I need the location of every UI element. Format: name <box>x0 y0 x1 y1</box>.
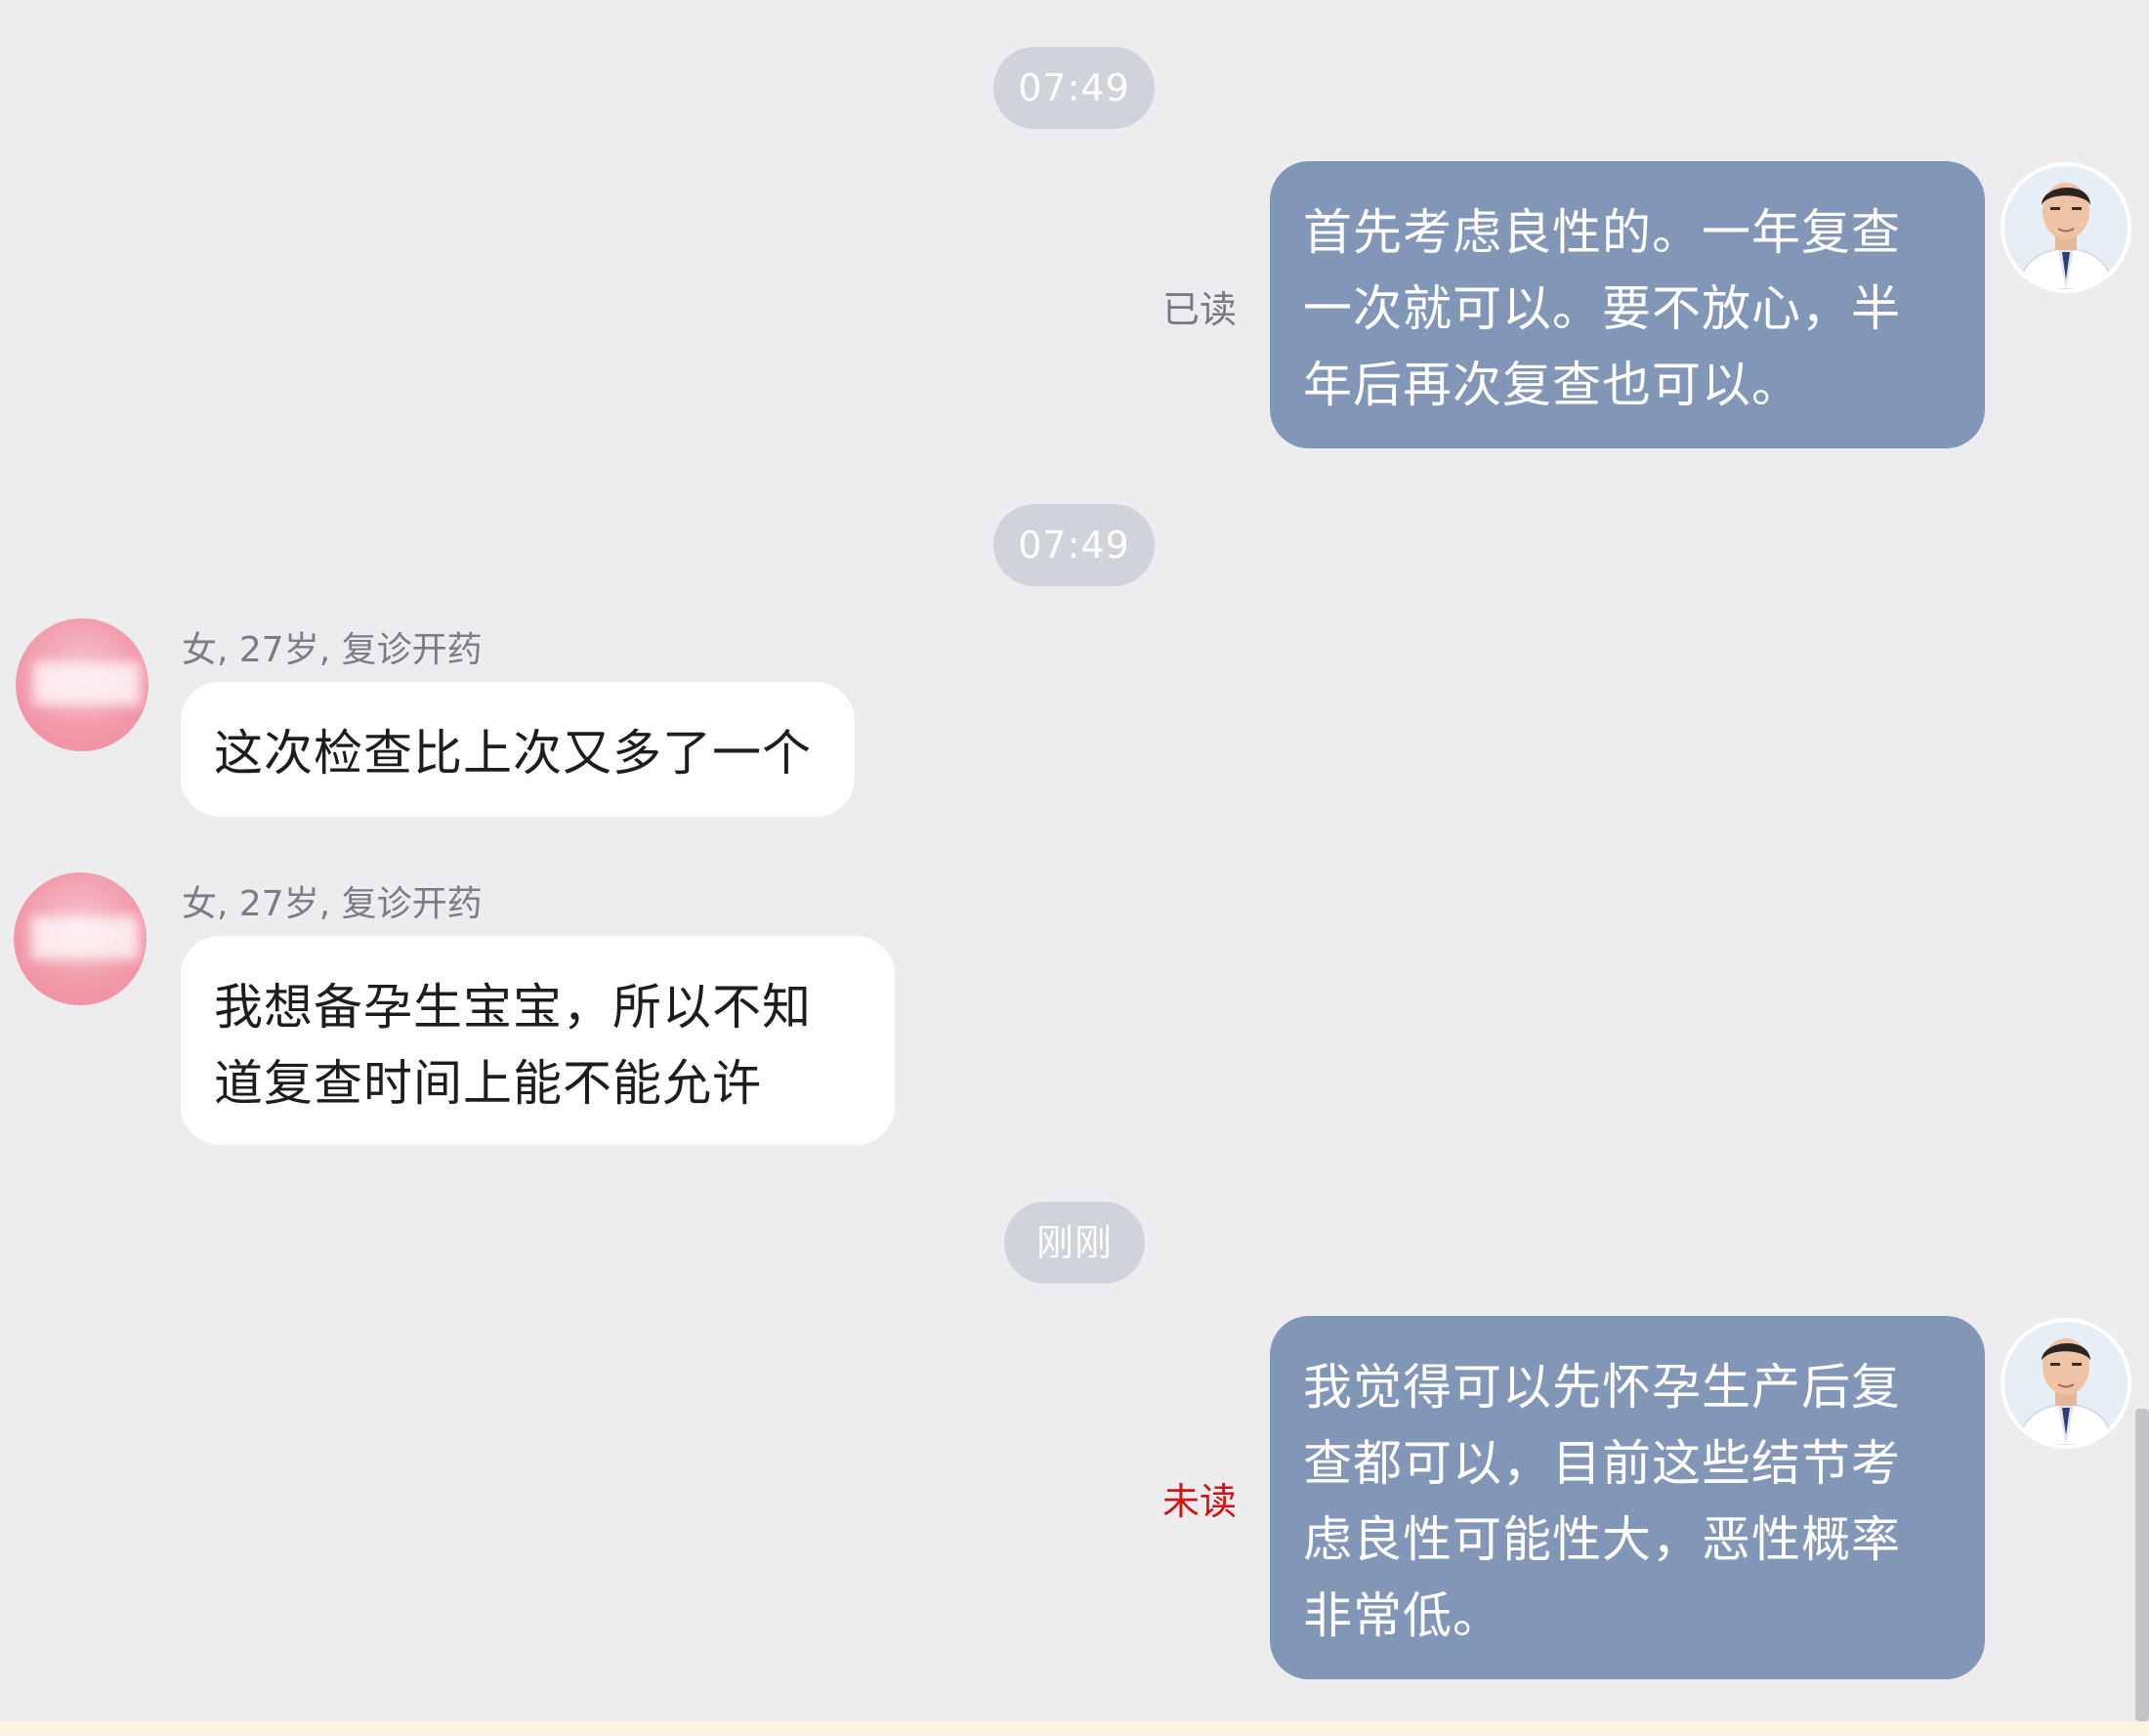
message-line: 一次就可以。要不放心，半 <box>1303 280 1901 337</box>
timestamp-text: 07:49 <box>1018 524 1130 567</box>
message-line: 道复查时间上能不能允许 <box>214 1055 762 1112</box>
unread-status-label: 未读 <box>1162 1480 1238 1523</box>
message-line: 年后再次复查也可以。 <box>1303 357 1801 413</box>
message-line: 我想备孕生宝宝，所以不知 <box>214 979 812 1036</box>
sender-meta-label: 女, 27岁, 复诊开药 <box>182 630 483 670</box>
incoming-message-bubble[interactable]: 这次检查比上次又多了一个 <box>181 682 855 817</box>
timestamp-pill: 07:49 <box>993 47 1155 129</box>
read-status-label: 已读 <box>1162 288 1238 331</box>
bottom-input-bar-edge <box>0 1721 2149 1736</box>
timestamp-pill: 刚刚 <box>1004 1202 1145 1284</box>
message-line: 这次检查比上次又多了一个 <box>214 725 812 782</box>
message-line: 我觉得可以先怀孕生产后复 <box>1303 1359 1901 1416</box>
timestamp-text: 07:49 <box>1018 66 1130 109</box>
message-line: 首先考虑良性的。一年复查 <box>1303 204 1901 261</box>
patient-avatar[interactable] <box>14 872 147 1005</box>
message-line: 查都可以，目前这些结节考 <box>1303 1435 1901 1492</box>
timestamp-pill: 07:49 <box>993 504 1155 586</box>
blurred-name-block <box>31 916 139 959</box>
incoming-message-bubble[interactable]: 我想备孕生宝宝，所以不知 道复查时间上能不能允许 <box>181 936 895 1145</box>
blurred-name-block <box>33 662 141 705</box>
doctor-photo-icon <box>2004 166 2128 289</box>
doctor-avatar[interactable] <box>2001 1318 2131 1449</box>
patient-avatar[interactable] <box>16 618 148 751</box>
chat-message-list[interactable]: 07:49 已读 首先考虑良性的。一年复查 一次就可以。要不放心，半 年后再次复… <box>0 0 2149 1721</box>
doctor-photo-icon <box>2004 1322 2128 1445</box>
sender-meta-label: 女, 27岁, 复诊开药 <box>182 884 483 924</box>
message-line: 非常低。 <box>1303 1588 1502 1644</box>
timestamp-text: 刚刚 <box>1035 1221 1113 1264</box>
scrollbar[interactable] <box>2135 1409 2149 1721</box>
outgoing-message-bubble[interactable]: 我觉得可以先怀孕生产后复 查都可以，目前这些结节考 虑良性可能性大，恶性概率 非… <box>1270 1316 1985 1679</box>
doctor-avatar[interactable] <box>2001 162 2131 293</box>
message-line: 虑良性可能性大，恶性概率 <box>1303 1511 1901 1568</box>
outgoing-message-bubble[interactable]: 首先考虑良性的。一年复查 一次就可以。要不放心，半 年后再次复查也可以。 <box>1270 161 1985 448</box>
